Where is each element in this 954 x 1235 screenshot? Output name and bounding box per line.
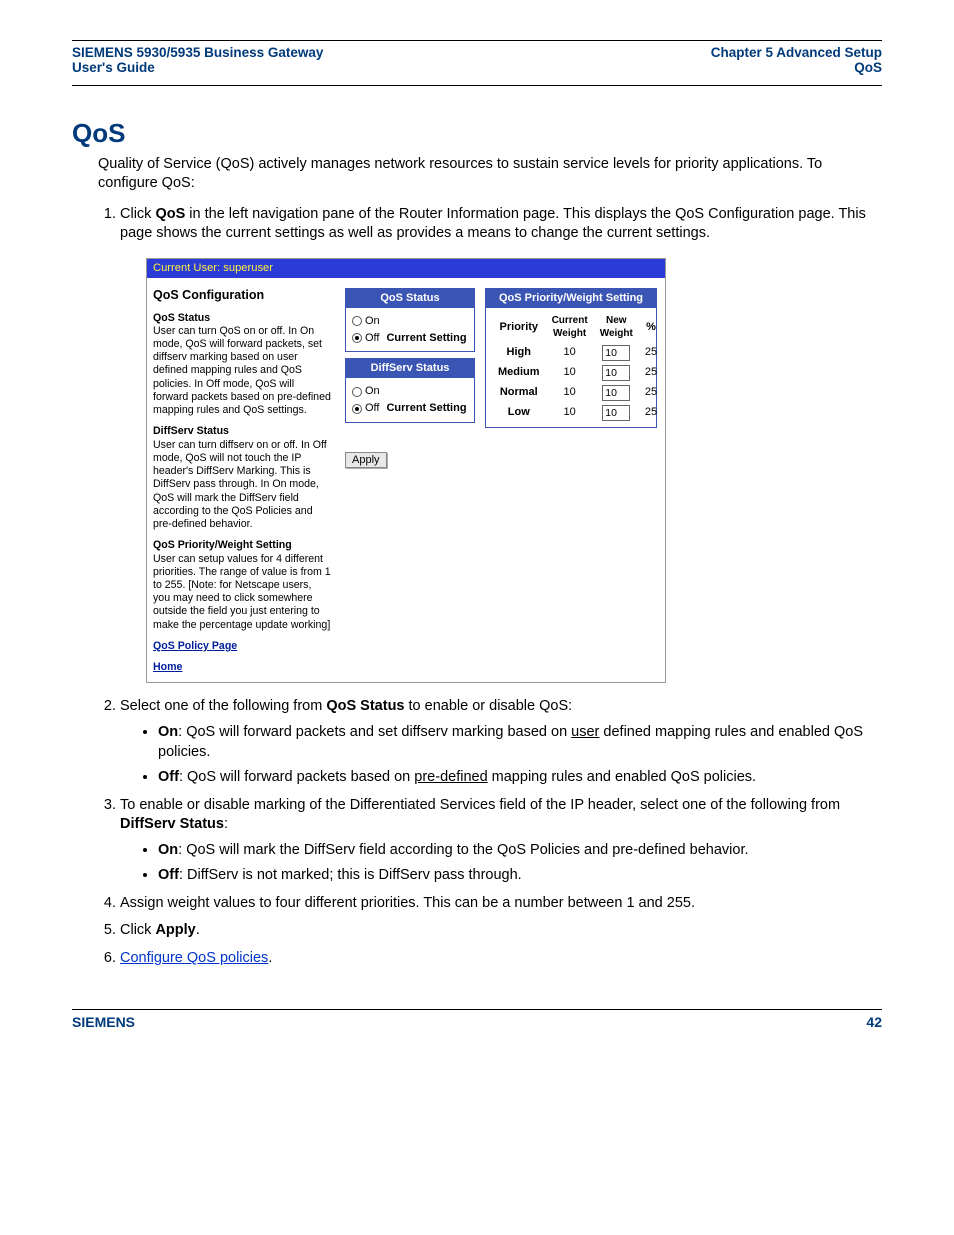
qos-current-setting: Current Setting <box>386 331 466 346</box>
step-3-on: On: QoS will mark the DiffServ field acc… <box>158 841 882 861</box>
qos-off-radio[interactable] <box>352 333 362 343</box>
step-2-off: Off: QoS will forward packets based on p… <box>158 768 882 788</box>
diffserv-status-box: DiffServ Status On Off <box>345 358 475 423</box>
steps-list: Click QoS in the left navigation pane of… <box>98 205 882 969</box>
footer-left: SIEMENS <box>72 1014 135 1030</box>
sidebar-title: QoS Configuration <box>153 288 331 304</box>
configure-qos-policies-link[interactable]: Configure QoS policies <box>120 950 268 966</box>
high-weight-input[interactable]: 10 <box>602 345 630 361</box>
priority-row-medium: Medium 10 10 25 <box>492 363 663 383</box>
col-pct: % <box>639 312 663 343</box>
footer-page-number: 42 <box>866 1014 882 1030</box>
sidebar-qos-status-text: User can turn QoS on or off. In On mode,… <box>153 325 331 418</box>
normal-weight-input[interactable]: 10 <box>602 385 630 401</box>
diffserv-on-radio[interactable] <box>352 387 362 397</box>
col-current: Current Weight <box>546 312 594 343</box>
header-right-1: Chapter 5 Advanced Setup <box>711 45 882 60</box>
medium-weight-input[interactable]: 10 <box>602 365 630 381</box>
qos-off-label: Off <box>365 331 379 346</box>
sidebar-panel: QoS Configuration QoS Status User can tu… <box>147 278 337 682</box>
priority-row-normal: Normal 10 10 25 <box>492 383 663 403</box>
step-3-off: Off: DiffServ is not marked; this is Dif… <box>158 866 882 886</box>
sidebar-diffserv-text: User can turn diffserv on or off. In Off… <box>153 439 331 532</box>
priority-row-low: Low 10 10 25 <box>492 403 663 423</box>
header-left-1: SIEMENS 5930/5935 Business Gateway <box>72 45 323 60</box>
low-weight-input[interactable]: 10 <box>602 405 630 421</box>
page-header: SIEMENS 5930/5935 Business Gateway User'… <box>72 45 882 75</box>
step-5: Click Apply. <box>120 921 882 941</box>
priority-weight-box: QoS Priority/Weight Setting Priority Cur… <box>485 288 657 428</box>
qos-config-screenshot: Current User: superuser QoS Configuratio… <box>146 258 666 684</box>
page-footer: SIEMENS 42 <box>72 1014 882 1030</box>
current-user-bar: Current User: superuser <box>147 259 665 278</box>
qos-on-radio[interactable] <box>352 316 362 326</box>
home-link[interactable]: Home <box>153 661 331 674</box>
step-4: Assign weight values to four different p… <box>120 894 882 914</box>
qos-policy-page-link[interactable]: QoS Policy Page <box>153 640 331 653</box>
priority-row-high: High 10 10 25 <box>492 343 663 363</box>
diffserv-on-label: On <box>365 384 380 399</box>
col-new: New Weight <box>594 312 639 343</box>
diffserv-off-radio[interactable] <box>352 404 362 414</box>
header-right-2: QoS <box>711 60 882 75</box>
col-priority: Priority <box>492 312 546 343</box>
intro-paragraph: Quality of Service (QoS) actively manage… <box>98 155 882 193</box>
step-1: Click QoS in the left navigation pane of… <box>120 205 882 684</box>
page-title: QoS <box>72 118 882 149</box>
main-panel: QoS Status On Off <box>337 278 665 682</box>
priority-table: Priority Current Weight New Weight % Hig… <box>492 312 663 423</box>
step-2: Select one of the following from QoS Sta… <box>120 697 882 787</box>
diffserv-off-label: Off <box>365 401 379 416</box>
qos-status-box: QoS Status On Off <box>345 288 475 353</box>
sidebar-qos-status-h: QoS Status <box>153 312 331 325</box>
qos-status-title: QoS Status <box>346 289 474 308</box>
step-6: Configure QoS policies. <box>120 949 882 969</box>
priority-weight-title: QoS Priority/Weight Setting <box>486 289 656 308</box>
sidebar-priority-h: QoS Priority/Weight Setting <box>153 539 331 552</box>
step-3: To enable or disable marking of the Diff… <box>120 796 882 886</box>
diffserv-title: DiffServ Status <box>346 359 474 378</box>
apply-button[interactable]: Apply <box>345 452 387 468</box>
sidebar-priority-text: User can setup values for 4 different pr… <box>153 553 331 632</box>
qos-on-label: On <box>365 314 380 329</box>
diffserv-current-setting: Current Setting <box>386 401 466 416</box>
sidebar-diffserv-h: DiffServ Status <box>153 425 331 438</box>
header-left-2: User's Guide <box>72 60 323 75</box>
step-2-on: On: QoS will forward packets and set dif… <box>158 723 882 762</box>
